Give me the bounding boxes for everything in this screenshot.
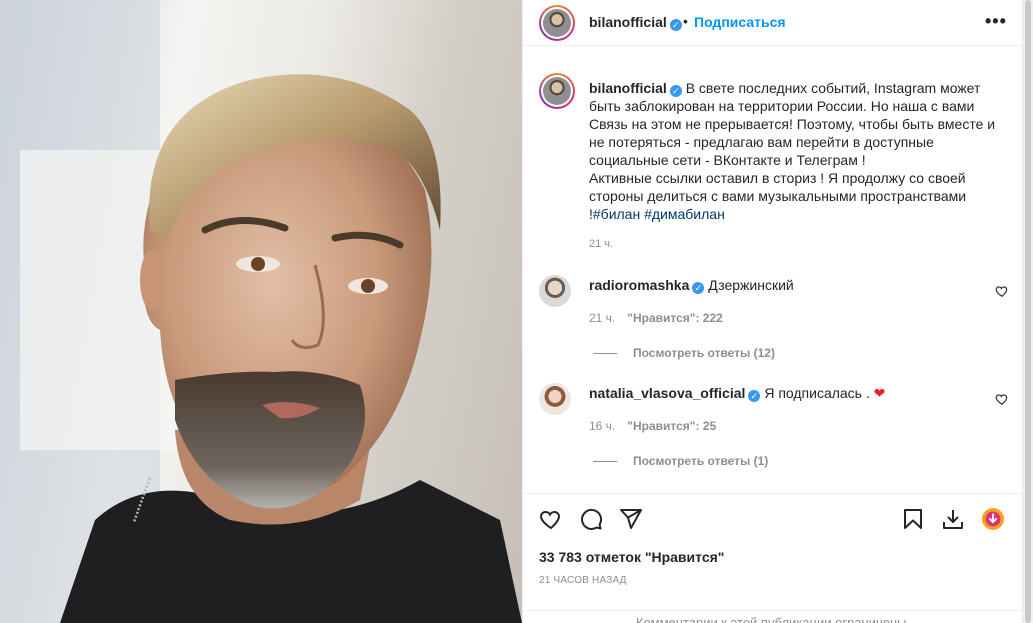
page-scrollbar[interactable] xyxy=(1022,0,1033,623)
comment-meta: 21 ч. "Нравится": 222 xyxy=(589,311,723,325)
comment-timestamp[interactable]: 21 ч. xyxy=(589,311,615,325)
post-caption: bilanofficial ✓ В свете последних событий… xyxy=(589,79,1007,223)
replies-divider xyxy=(593,352,617,354)
hashtag-link[interactable]: #димабилан xyxy=(644,206,725,222)
verified-badge-icon: ✓ xyxy=(748,390,761,402)
hashtag-link[interactable]: #билан xyxy=(593,206,640,222)
post-timestamp[interactable]: 21 ЧАСОВ НАЗАД xyxy=(539,575,627,586)
verified-badge-icon: ✓ xyxy=(669,85,682,97)
heart-icon[interactable] xyxy=(539,507,563,531)
selfie-illustration xyxy=(0,0,522,623)
caption-avatar[interactable] xyxy=(539,73,575,109)
author-username-link[interactable]: bilanofficial ✓ xyxy=(589,14,682,31)
red-heart-emoji: ❤ xyxy=(873,385,886,401)
commenter-avatar[interactable] xyxy=(539,383,571,415)
commenter-avatar[interactable] xyxy=(539,275,571,307)
view-replies-button[interactable]: Посмотреть ответы (12) xyxy=(593,346,775,360)
view-replies-button[interactable]: Посмотреть ответы (1) xyxy=(593,454,768,468)
comment-meta: 16 ч. "Нравится": 25 xyxy=(589,419,716,433)
scrollbar-thumb[interactable] xyxy=(1025,0,1031,623)
comment-body: radioromashka ✓ Дзержинский xyxy=(589,276,794,294)
post-photo[interactable] xyxy=(0,0,522,623)
post-actions: 33 783 отметок "Нравится" 21 ЧАСОВ НАЗАД… xyxy=(523,493,1023,623)
paper-plane-icon[interactable] xyxy=(619,507,643,531)
caption-username[interactable]: bilanofficial xyxy=(589,80,667,96)
bookmark-icon[interactable] xyxy=(901,507,925,531)
author-avatar[interactable] xyxy=(539,5,575,41)
caption-timestamp[interactable]: 21 ч. xyxy=(589,238,613,250)
extension-icon[interactable] xyxy=(981,507,1005,531)
separator-dot: • xyxy=(683,13,688,29)
caption-text: В свете последних событий, Instagram мож… xyxy=(589,80,996,222)
download-icon[interactable] xyxy=(941,507,965,531)
verified-badge-icon: ✓ xyxy=(669,19,682,31)
more-options-icon[interactable]: ••• xyxy=(985,12,1007,30)
follow-button[interactable]: Подписаться xyxy=(694,14,786,30)
comment-like-heart-icon[interactable] xyxy=(995,284,1009,298)
comment-timestamp[interactable]: 16 ч. xyxy=(589,419,615,433)
comment-likes[interactable]: "Нравится": 25 xyxy=(627,419,716,433)
comment-icon[interactable] xyxy=(579,507,603,531)
commenter-username[interactable]: natalia_vlasova_official xyxy=(589,385,745,401)
post-header: bilanofficial ✓ • Подписаться ••• xyxy=(523,0,1023,46)
post-side-panel: bilanofficial ✓ • Подписаться ••• bilanof… xyxy=(522,0,1023,623)
comment-text: Я подписалась . xyxy=(764,385,870,401)
commenter-username[interactable]: radioromashka xyxy=(589,277,689,293)
view-replies-label: Посмотреть ответы (1) xyxy=(633,454,769,468)
verified-badge-icon: ✓ xyxy=(692,282,705,294)
view-replies-label: Посмотреть ответы (12) xyxy=(633,346,775,360)
comment-body: natalia_vlasova_official ✓ Я подписалась … xyxy=(589,384,885,402)
comments-limited-notice: Комментарии к этой публикации ограничены… xyxy=(523,610,1023,623)
likes-count[interactable]: 33 783 отметок "Нравится" xyxy=(539,549,724,565)
replies-divider xyxy=(593,460,617,462)
author-username[interactable]: bilanofficial xyxy=(589,14,667,30)
comment-likes[interactable]: "Нравится": 222 xyxy=(627,311,723,325)
comment-like-heart-icon[interactable] xyxy=(995,392,1009,406)
comment-text: Дзержинский xyxy=(708,277,794,293)
